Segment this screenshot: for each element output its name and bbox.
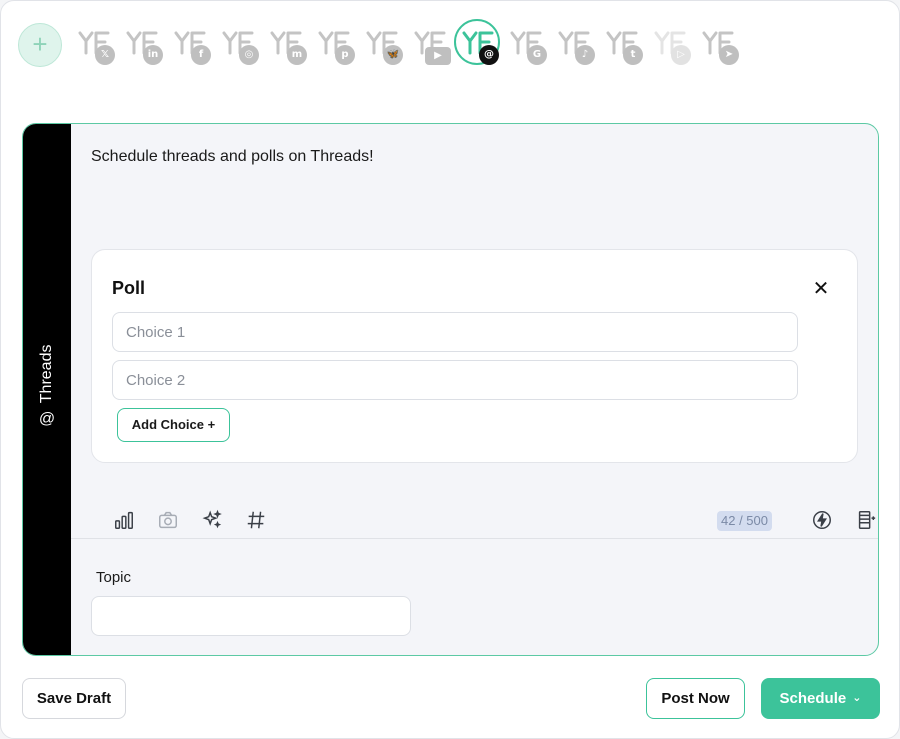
plus-icon: +: [32, 29, 48, 59]
account-threads[interactable]: @: [454, 19, 504, 67]
facebook-icon: f: [191, 45, 211, 65]
bluesky-icon: 🦋: [383, 45, 403, 65]
topic-input[interactable]: [91, 596, 411, 636]
editor-toolbar: 42 / 500: [91, 507, 876, 537]
threads-icon: @: [38, 410, 56, 428]
account-instagram[interactable]: ◎: [220, 23, 264, 67]
platform-strip: @ Threads: [23, 124, 71, 655]
schedule-label: Schedule: [779, 690, 847, 707]
account-youtube[interactable]: ▶: [412, 23, 456, 67]
close-icon[interactable]: ✕: [810, 276, 832, 301]
add-account-button[interactable]: +: [18, 23, 62, 67]
linkedin-icon: in: [143, 45, 163, 65]
account-facebook[interactable]: f: [172, 23, 216, 67]
add-choice-button[interactable]: Add Choice +: [117, 408, 230, 442]
mastodon-icon: m: [287, 45, 307, 65]
account-tumblr[interactable]: t: [604, 23, 648, 67]
divider: [71, 538, 878, 539]
instagram-icon: ◎: [239, 45, 259, 65]
account-tiktok[interactable]: ♪: [556, 23, 600, 67]
choice-2-input[interactable]: [112, 360, 798, 400]
thread-add-icon[interactable]: [855, 509, 878, 535]
topic-label: Topic: [96, 569, 132, 586]
account-bluesky[interactable]: 🦋: [364, 23, 408, 67]
tumblr-icon: t: [623, 45, 643, 65]
account-telegram[interactable]: ➤: [700, 23, 744, 67]
schedule-button[interactable]: Schedule ⌄: [761, 678, 880, 719]
telegram-icon: ➤: [719, 45, 739, 65]
choice-1-input[interactable]: [112, 312, 798, 352]
account-mastodon[interactable]: m: [268, 23, 312, 67]
account-x[interactable]: 𝕏: [76, 23, 120, 67]
google-play-icon: ▷: [671, 45, 691, 65]
tiktok-icon: ♪: [575, 45, 595, 65]
poll-card: Poll ✕ Add Choice +: [91, 249, 858, 463]
account-google-play[interactable]: ▷: [652, 23, 696, 67]
platform-label: Threads: [38, 344, 55, 404]
lightning-icon[interactable]: [811, 509, 837, 535]
youtube-icon: ▶: [425, 47, 451, 65]
save-draft-button[interactable]: Save Draft: [22, 678, 126, 719]
account-linkedin[interactable]: in: [124, 23, 168, 67]
x-icon: 𝕏: [95, 45, 115, 65]
chevron-down-icon: ⌄: [852, 692, 862, 704]
post-text-area[interactable]: Schedule threads and polls on Threads!: [91, 148, 374, 166]
compose-panel: + 𝕏in f ◎ m p 🦋 ▶ @ G ♪ t ▷ ➤ @ Threads Schedule thr…: [0, 0, 900, 739]
threads-icon: @: [479, 45, 499, 65]
pinterest-icon: p: [335, 45, 355, 65]
post-now-button[interactable]: Post Now: [646, 678, 745, 719]
poll-chart-icon[interactable]: [113, 509, 139, 535]
account-google-business[interactable]: G: [508, 23, 552, 67]
camera-icon[interactable]: [157, 509, 183, 535]
hashtag-icon[interactable]: [245, 509, 271, 535]
account-pinterest[interactable]: p: [316, 23, 360, 67]
ai-sparkle-icon[interactable]: [201, 509, 227, 535]
character-counter: 42 / 500: [717, 511, 772, 531]
google-business-icon: G: [527, 45, 547, 65]
threads-editor: @ Threads Schedule threads and polls on …: [22, 123, 879, 656]
poll-title: Poll: [112, 278, 146, 298]
